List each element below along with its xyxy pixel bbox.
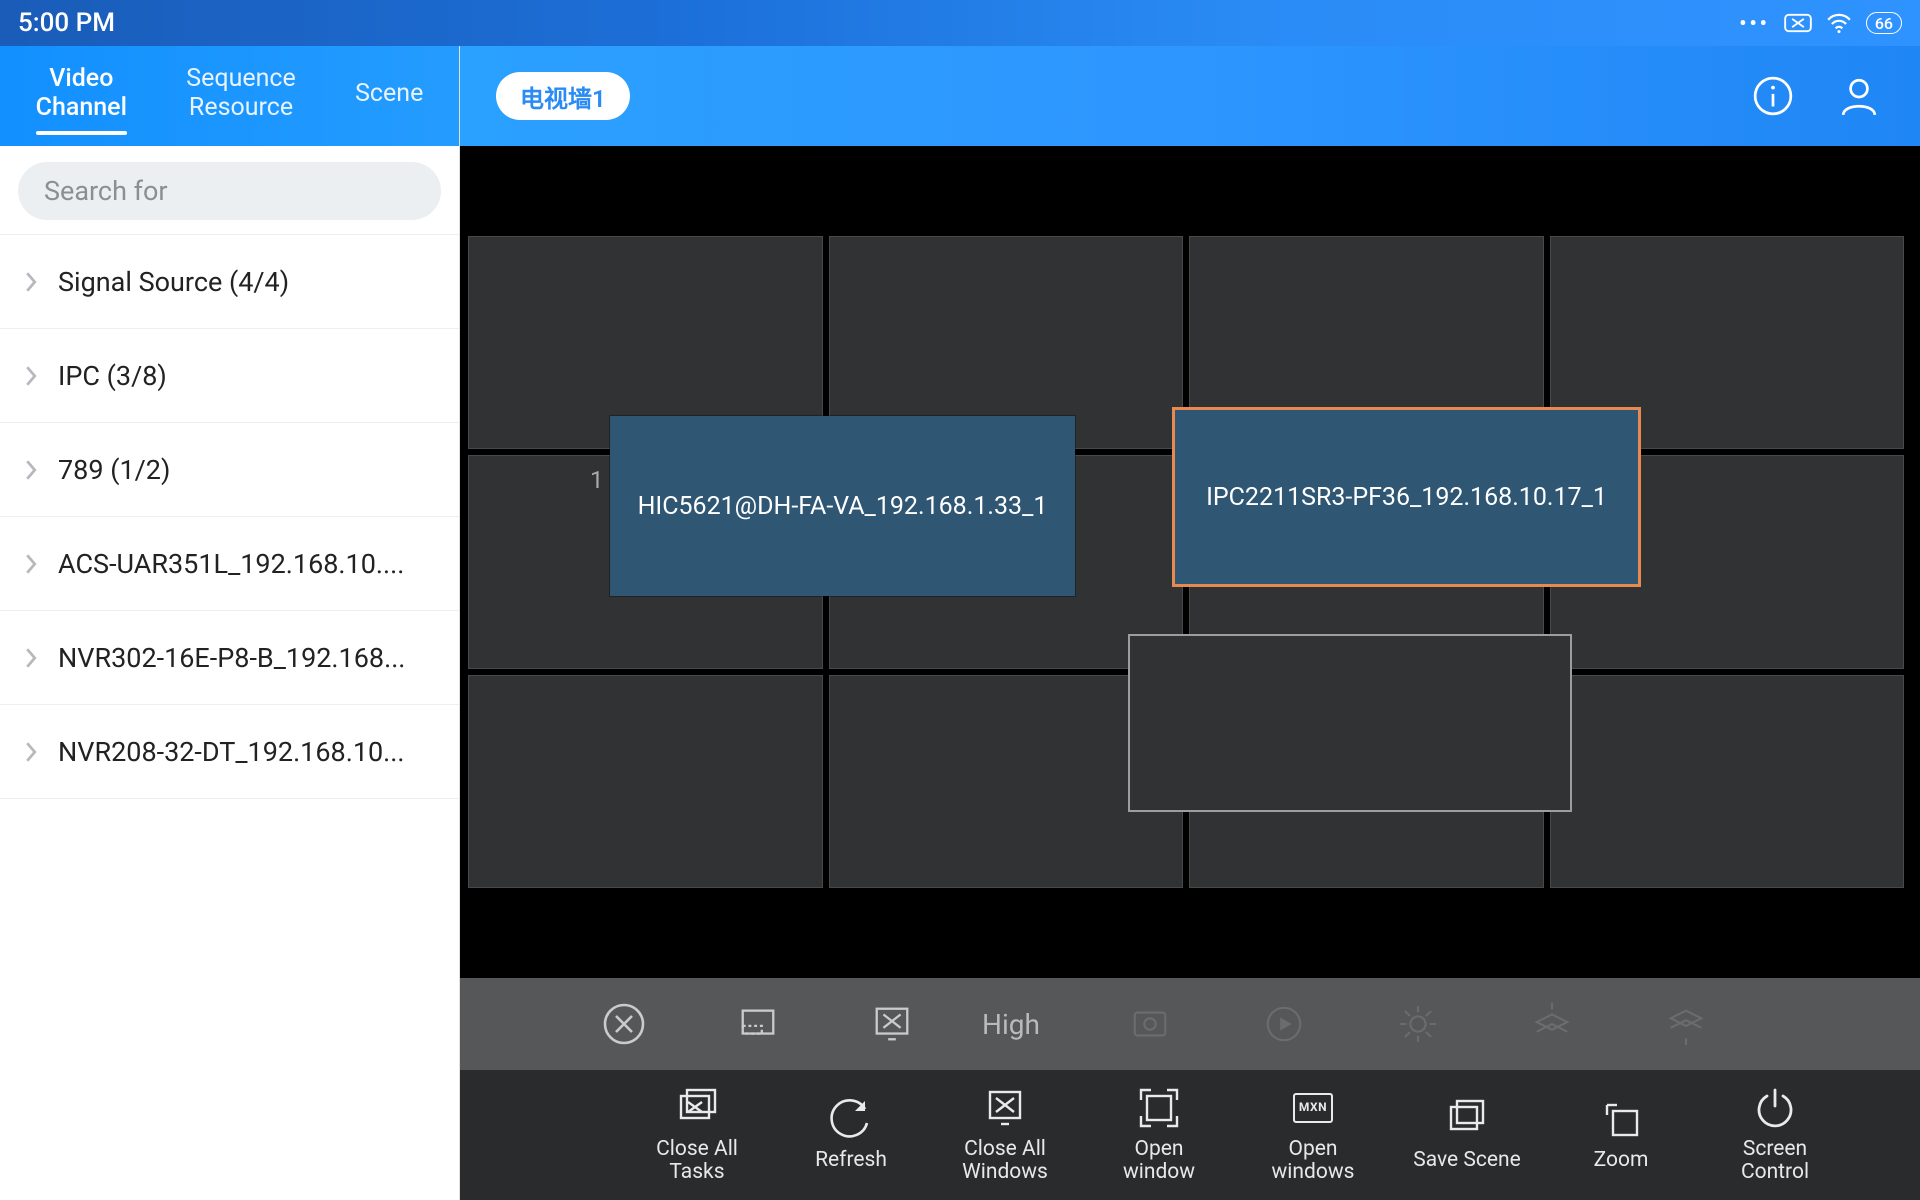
button-label: Zoom xyxy=(1594,1149,1649,1172)
chevron-right-icon xyxy=(24,272,42,292)
wall-chip[interactable]: 电视墙1 xyxy=(496,72,630,120)
mid-toolbar: High xyxy=(460,978,1920,1070)
tree-item-ipc[interactable]: IPC (3/8) xyxy=(0,329,459,423)
power-icon xyxy=(1753,1086,1797,1130)
play-circle-icon[interactable] xyxy=(1260,1000,1308,1048)
button-label: Close All Windows xyxy=(962,1138,1048,1184)
refresh-icon xyxy=(829,1097,873,1141)
open-windows-icon: MXN xyxy=(1291,1086,1335,1130)
button-label: Open windows xyxy=(1272,1138,1355,1184)
tree-item-label: IPC (3/8) xyxy=(58,360,167,392)
save-scene-button[interactable]: Save Scene xyxy=(1406,1097,1528,1172)
wall-chip-label: 电视墙1 xyxy=(520,79,606,114)
sidebar: Video Channel Sequence Resource Scene Si… xyxy=(0,46,460,1200)
layers-up-icon[interactable] xyxy=(1528,1000,1576,1048)
close-all-windows-button[interactable]: Close All Windows xyxy=(944,1086,1066,1184)
tab-sequence-resource[interactable]: Sequence Resource xyxy=(180,59,302,133)
cast-icon xyxy=(1784,13,1812,33)
quality-label[interactable]: High xyxy=(982,1008,1040,1041)
bottom-toolbar: Close All Tasks Refresh xyxy=(460,1070,1920,1200)
main-header: 电视墙1 xyxy=(460,46,1920,146)
screen-control-button[interactable]: Screen Control xyxy=(1714,1086,1836,1184)
status-icons: ••• 66 xyxy=(1739,11,1902,35)
header-icons xyxy=(1752,75,1880,117)
tree-item-label: NVR302-16E-P8-B_192.168... xyxy=(58,642,405,674)
wall-area[interactable]: 1 HIC5621@DH-FA-VA_192.168.1.33_1 IPC221… xyxy=(460,146,1920,978)
button-label: Screen Control xyxy=(1741,1138,1809,1184)
battery-level: 66 xyxy=(1875,14,1893,33)
search-input[interactable] xyxy=(18,162,441,220)
user-icon[interactable] xyxy=(1838,75,1880,117)
snapshot-icon[interactable] xyxy=(1126,1000,1174,1048)
chevron-right-icon xyxy=(24,648,42,668)
main: 电视墙1 xyxy=(460,46,1920,1200)
wifi-icon xyxy=(1826,12,1852,34)
tab-scene[interactable]: Scene xyxy=(349,74,429,119)
battery-indicator: 66 xyxy=(1866,12,1902,34)
tree-item-nvr302[interactable]: NVR302-16E-P8-B_192.168... xyxy=(0,611,459,705)
mxn-label: MXN xyxy=(1293,1093,1333,1123)
button-label: Close All Tasks xyxy=(656,1138,738,1184)
wall-cell[interactable] xyxy=(468,675,823,888)
tree-item-label: Signal Source (4/4) xyxy=(58,266,289,298)
button-label: Save Scene xyxy=(1413,1149,1520,1172)
status-bar: 5:00 PM ••• 66 xyxy=(0,0,1920,46)
close-all-tasks-icon xyxy=(675,1086,719,1130)
refresh-button[interactable]: Refresh xyxy=(790,1097,912,1172)
open-windows-button[interactable]: MXN Open windows xyxy=(1252,1086,1374,1184)
crop-icon[interactable] xyxy=(734,1000,782,1048)
wall-cell[interactable] xyxy=(1550,675,1905,888)
close-all-tasks-button[interactable]: Close All Tasks xyxy=(636,1086,758,1184)
button-label: Refresh xyxy=(815,1149,887,1172)
chevron-right-icon xyxy=(24,460,42,480)
video-window-2[interactable]: IPC2211SR3-PF36_192.168.10.17_1 xyxy=(1174,409,1639,585)
tree-item-789[interactable]: 789 (1/2) xyxy=(0,423,459,517)
layers-down-icon[interactable] xyxy=(1662,1000,1710,1048)
tree-item-signal-source[interactable]: Signal Source (4/4) xyxy=(0,235,459,329)
cell-index-label: 1 xyxy=(590,466,604,494)
save-scene-icon xyxy=(1445,1097,1489,1141)
more-icon: ••• xyxy=(1739,11,1770,35)
tab-label: Scene xyxy=(355,80,423,109)
close-all-windows-icon xyxy=(983,1086,1027,1130)
tab-video-channel[interactable]: Video Channel xyxy=(30,59,133,133)
video-window-label: IPC2211SR3-PF36_192.168.10.17_1 xyxy=(1206,483,1607,512)
brightness-icon[interactable] xyxy=(1394,1000,1442,1048)
empty-window[interactable] xyxy=(1128,634,1572,812)
chevron-right-icon xyxy=(24,554,42,574)
tree-item-label: 789 (1/2) xyxy=(58,454,170,486)
open-window-icon xyxy=(1137,1086,1181,1130)
video-window-label: HIC5621@DH-FA-VA_192.168.1.33_1 xyxy=(638,492,1048,521)
sidebar-tabs: Video Channel Sequence Resource Scene xyxy=(0,46,459,146)
status-time: 5:00 PM xyxy=(18,8,115,38)
chevron-right-icon xyxy=(24,742,42,762)
tree-item-nvr208[interactable]: NVR208-32-DT_192.168.10... xyxy=(0,705,459,799)
button-label: Open window xyxy=(1123,1138,1195,1184)
zoom-button[interactable]: Zoom xyxy=(1560,1097,1682,1172)
source-tree: Signal Source (4/4) IPC (3/8) 789 (1/2) … xyxy=(0,234,459,1200)
close-window-icon[interactable] xyxy=(868,1000,916,1048)
tab-label: Video Channel xyxy=(36,65,127,123)
tree-item-label: ACS-UAR351L_192.168.10.... xyxy=(58,548,404,580)
close-circle-icon[interactable] xyxy=(600,1000,648,1048)
tree-item-acs[interactable]: ACS-UAR351L_192.168.10.... xyxy=(0,517,459,611)
zoom-icon xyxy=(1599,1097,1643,1141)
chevron-right-icon xyxy=(24,366,42,386)
open-window-button[interactable]: Open window xyxy=(1098,1086,1220,1184)
tree-item-label: NVR208-32-DT_192.168.10... xyxy=(58,736,405,768)
tab-label: Sequence Resource xyxy=(186,65,296,123)
info-icon[interactable] xyxy=(1752,75,1794,117)
video-window-1[interactable]: HIC5621@DH-FA-VA_192.168.1.33_1 xyxy=(610,416,1075,596)
